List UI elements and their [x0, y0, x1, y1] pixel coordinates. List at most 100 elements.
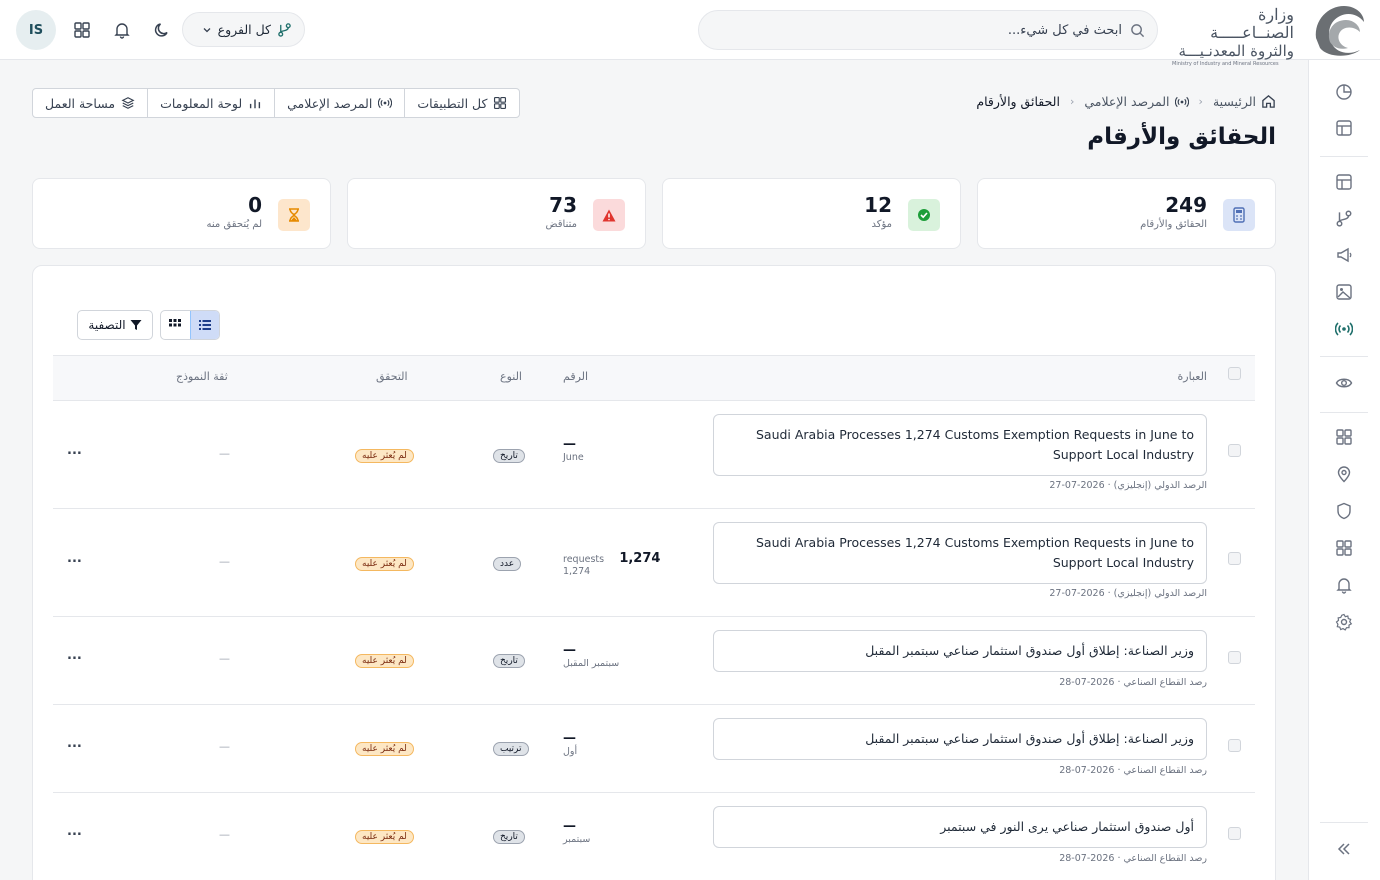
sidebar-item-layout[interactable]: [1332, 116, 1356, 140]
column-header-verification[interactable]: التحقق: [376, 370, 408, 383]
phrase-source: رصد القطاع الصناعي · 2026-07-28: [1059, 765, 1207, 776]
breadcrumb-observatory-label: المرصد الإعلامي: [1084, 94, 1170, 109]
logo-arabic-line1: وزارة الصنــاعـــــة: [1210, 5, 1294, 42]
column-header-phrase[interactable]: العبارة: [1178, 370, 1207, 383]
verification-badge: لم يُعثر عليه: [355, 557, 414, 571]
table-row[interactable]: Saudi Arabia Processes 1,274 Customs Exe…: [53, 509, 1255, 617]
column-header-confidence[interactable]: ثقة النموذج: [176, 370, 228, 383]
stat-label: متناقض: [545, 219, 577, 230]
sidebar-item-modules[interactable]: [1332, 536, 1356, 560]
broadcast-icon: [1335, 322, 1353, 336]
number-cell: requests 1,274 1,274: [563, 547, 660, 577]
column-header-type[interactable]: النوع: [500, 370, 522, 383]
stat-card-unverified[interactable]: 0 لم يُتحقق منه: [32, 178, 331, 249]
broadcast-icon: [378, 97, 393, 109]
table-row[interactable]: أول صندوق استثمار صناعي يرى النور في سبت…: [53, 793, 1255, 880]
dark-mode-toggle[interactable]: [150, 18, 174, 42]
sidebar-item-alerts[interactable]: [1332, 573, 1356, 597]
column-header-number[interactable]: الرقم: [563, 370, 588, 383]
search-input[interactable]: [711, 22, 1122, 38]
stat-label: مؤكد: [871, 219, 892, 230]
row-actions-button[interactable]: ...: [67, 824, 82, 839]
row-actions-button[interactable]: ...: [67, 648, 82, 663]
sidebar-item-branches[interactable]: [1332, 206, 1356, 230]
number-sub: أول: [563, 746, 578, 757]
grid-icon: [1336, 429, 1352, 445]
breadcrumb-observatory[interactable]: المرصد الإعلامي: [1084, 94, 1189, 109]
select-all-checkbox[interactable]: [1228, 367, 1241, 380]
grid-view-icon: [169, 319, 182, 327]
layout-icon: [1336, 120, 1352, 136]
number-sub: سبتمبر المقبل: [563, 658, 620, 669]
branch-selector[interactable]: كل الفروع: [182, 12, 305, 47]
location-icon: [1337, 466, 1351, 483]
row-actions-button[interactable]: ...: [67, 443, 82, 458]
notifications-button[interactable]: [110, 18, 134, 42]
table-row[interactable]: وزير الصناعة: إطلاق أول صندوق استثمار صن…: [53, 705, 1255, 793]
apps-button[interactable]: [70, 18, 94, 42]
grid-view-button[interactable]: [161, 311, 190, 339]
right-sidebar: [1308, 60, 1380, 880]
confidence-value: —: [219, 828, 230, 841]
stat-card-total[interactable]: 249 الحقائق والأرقام: [977, 178, 1276, 249]
breadcrumb-current: الحقائق والأرقام: [976, 94, 1060, 109]
type-badge: عدد: [493, 557, 522, 571]
quicknav-observatory[interactable]: المرصد الإعلامي: [274, 89, 404, 117]
user-avatar[interactable]: IS: [16, 10, 56, 50]
row-checkbox[interactable]: [1228, 739, 1241, 752]
sidebar-item-apps[interactable]: [1332, 425, 1356, 449]
row-checkbox[interactable]: [1228, 827, 1241, 840]
confidence-value: —: [219, 740, 230, 753]
hourglass-icon: [278, 199, 310, 231]
row-actions-button[interactable]: ...: [67, 551, 82, 566]
shield-icon: [1337, 502, 1351, 520]
quicknav-dashboard[interactable]: لوحة المعلومات: [147, 89, 274, 117]
phrase-source: الرصد الدولي (إنجليزي) · 2026-07-27: [1049, 480, 1207, 491]
number-value: —: [563, 731, 576, 746]
list-view-button[interactable]: [189, 311, 219, 339]
grid-icon: [1336, 540, 1352, 556]
megaphone-icon: [1337, 247, 1352, 263]
bar-chart-icon: [250, 99, 261, 109]
stat-card-confirmed[interactable]: 12 مؤكد: [662, 178, 961, 249]
ministry-logo-icon: [1315, 6, 1364, 56]
collapse-icon: [1337, 843, 1350, 855]
sidebar-item-media[interactable]: [1332, 280, 1356, 304]
filter-button[interactable]: التصفية: [77, 310, 153, 340]
confidence-value: —: [219, 652, 230, 665]
stat-value: 73: [549, 193, 577, 217]
global-search[interactable]: [698, 10, 1158, 50]
facts-table-panel: التصفية العبارة الرقم النوع التحقق ثقة ا…: [32, 265, 1276, 880]
sidebar-item-settings[interactable]: [1332, 610, 1356, 634]
sidebar-item-observatory[interactable]: [1332, 317, 1356, 341]
row-checkbox[interactable]: [1228, 444, 1241, 457]
number-sub: 1,274: [563, 566, 591, 577]
sidebar-collapse-button[interactable]: [1332, 837, 1356, 861]
breadcrumb-home[interactable]: الرئيسية: [1213, 94, 1276, 109]
phrase-text: وزير الصناعة: إطلاق أول صندوق استثمار صن…: [713, 630, 1207, 672]
layers-icon: [121, 97, 135, 109]
table-row[interactable]: Saudi Arabia Processes 1,274 Customs Exe…: [53, 401, 1255, 509]
row-checkbox[interactable]: [1228, 651, 1241, 664]
quicknav-workspace[interactable]: مساحة العمل: [33, 89, 147, 117]
verification-badge: لم يُعثر عليه: [355, 742, 414, 756]
sidebar-item-announcements[interactable]: [1332, 243, 1356, 267]
calculator-icon: [1223, 199, 1255, 231]
row-checkbox[interactable]: [1228, 552, 1241, 565]
filter-label: التصفية: [88, 318, 126, 332]
table-row[interactable]: وزير الصناعة: إطلاق أول صندوق استثمار صن…: [53, 617, 1255, 705]
sidebar-item-pages[interactable]: [1332, 170, 1356, 194]
bell-icon: [1336, 578, 1352, 594]
moon-icon: [154, 23, 168, 37]
layout-icon: [1336, 174, 1352, 190]
branch-icon: [1336, 210, 1352, 227]
sidebar-item-analytics[interactable]: [1332, 80, 1356, 104]
breadcrumb-separator: ‹: [1069, 95, 1075, 108]
stat-card-contradictory[interactable]: 73 متناقض: [347, 178, 646, 249]
sidebar-item-monitoring[interactable]: [1332, 371, 1356, 395]
quicknav-all-apps[interactable]: كل التطبيقات: [404, 89, 519, 117]
row-actions-button[interactable]: ...: [67, 736, 82, 751]
sidebar-item-security[interactable]: [1332, 499, 1356, 523]
sidebar-item-locations[interactable]: [1332, 462, 1356, 486]
check-circle-icon: [908, 199, 940, 231]
